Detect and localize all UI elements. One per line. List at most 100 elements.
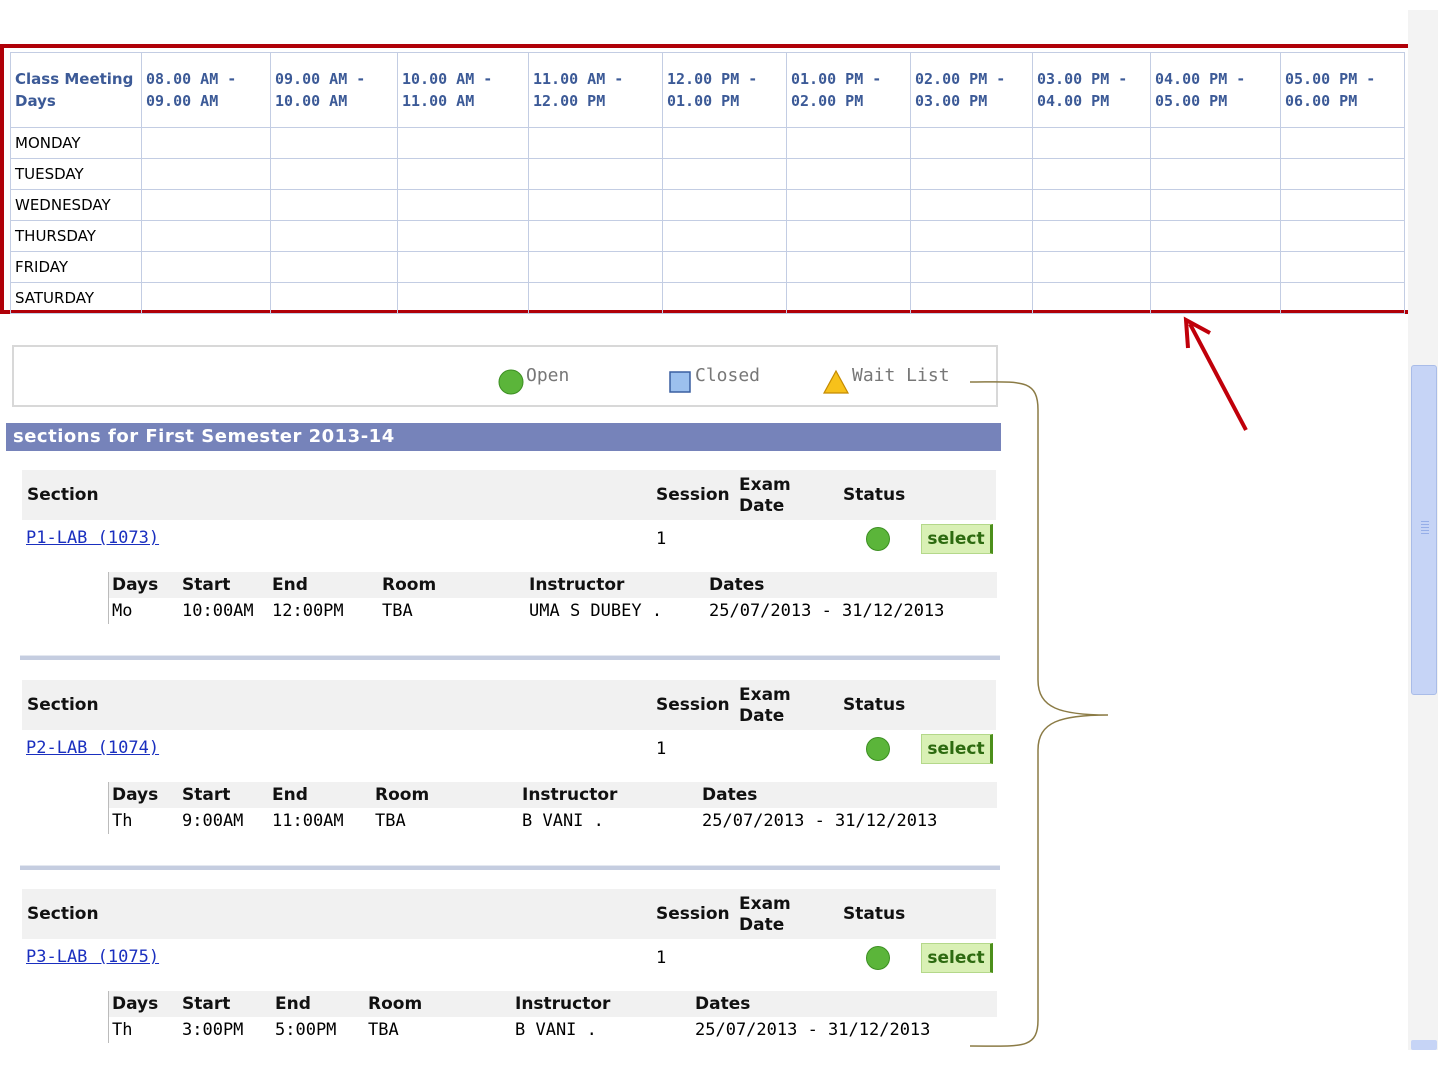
start-col-header: Start: [182, 785, 231, 805]
meeting-start: 10:00AM: [182, 601, 254, 621]
timetable-cell: [1150, 220, 1281, 252]
section-session: 1: [656, 739, 667, 759]
meeting-dates: 25/07/2013 - 31/12/2013: [709, 601, 945, 621]
meeting-days: Th: [112, 1020, 133, 1040]
meeting-header-row: Days Start End Room Instructor Dates: [108, 572, 997, 598]
exam-col-header: Exam: [739, 894, 791, 914]
open-status-icon: [866, 946, 890, 970]
waitlist-status-icon: [822, 369, 850, 394]
room-col-header: Room: [375, 785, 430, 805]
timetable-cell: [1280, 220, 1405, 252]
scrollbar-grip-icon: [1421, 521, 1429, 535]
dates-col-header: Dates: [702, 785, 758, 805]
sections-title-bar: sections for First Semester 2013-14: [6, 423, 1001, 451]
timetable-cell: [528, 282, 663, 314]
section-divider: [20, 655, 1000, 660]
day-label: SATURDAY: [10, 282, 142, 314]
timetable-cell: [270, 282, 398, 314]
date-col-header: Date: [739, 915, 785, 935]
timetable-cell: [1032, 127, 1151, 159]
meeting-row: Th 9:00AM 11:00AM TBA B VANI . 25/07/201…: [108, 808, 997, 834]
section-link[interactable]: P2-LAB (1074): [26, 738, 159, 758]
scrollbar-thumb[interactable]: [1411, 365, 1437, 695]
open-status-icon: [498, 369, 524, 395]
timetable-cell: [397, 282, 529, 314]
day-label: WEDNESDAY: [10, 189, 142, 221]
timetable-row: FRIDAY: [10, 251, 1405, 283]
section-session: 1: [656, 948, 667, 968]
dates-col-header: Dates: [695, 994, 751, 1014]
timetable-cell: [910, 158, 1033, 190]
timeslot-header: 09.00 AM - 10.00 AM: [270, 52, 398, 128]
meeting-header-row: Days Start End Room Instructor Dates: [108, 991, 997, 1017]
meeting-room: TBA: [368, 1020, 399, 1040]
days-col-header: Days: [112, 785, 159, 805]
vertical-scrollbar[interactable]: [1408, 10, 1438, 1050]
timetable-cell: [1150, 158, 1281, 190]
timeslot-header: 10.00 AM - 11.00 AM: [397, 52, 529, 128]
timetable-cell: [910, 127, 1033, 159]
meeting-header-row: Days Start End Room Instructor Dates: [108, 782, 997, 808]
timetable-cell: [141, 127, 271, 159]
meeting-instructor: UMA S DUBEY .: [529, 601, 663, 621]
legend-waitlist-label: Wait List: [852, 365, 950, 386]
meeting-instructor: B VANI .: [515, 1020, 597, 1040]
scrollbar-down-button[interactable]: [1411, 1040, 1437, 1050]
timeslot-header: 02.00 PM - 03.00 PM: [910, 52, 1033, 128]
meeting-row: Mo 10:00AM 12:00PM TBA UMA S DUBEY . 25/…: [108, 598, 997, 624]
timetable-cell: [270, 158, 398, 190]
timetable-cell: [1032, 220, 1151, 252]
class-section: Section Session Exam Date Status P1-LAB …: [20, 470, 1000, 670]
timeslot-header: 11.00 AM - 12.00 PM: [528, 52, 663, 128]
section-col-header: Section: [27, 904, 99, 924]
timetable-cell: [1280, 282, 1405, 314]
timetable-row: MONDAY: [10, 127, 1405, 159]
meeting-start: 9:00AM: [182, 811, 244, 831]
class-meeting-timetable: Class Meeting Days 08.00 AM - 09.00 AM 0…: [10, 52, 1405, 314]
legend-waitlist: Wait List: [822, 365, 950, 395]
timetable-cell: [397, 158, 529, 190]
section-divider: [20, 865, 1000, 870]
closed-status-icon: [669, 371, 691, 393]
timetable-cell: [1032, 282, 1151, 314]
meeting-room: TBA: [375, 811, 406, 831]
timetable-cell: [141, 251, 271, 283]
timetable-cell: [1150, 189, 1281, 221]
open-status-icon: [866, 527, 890, 551]
timetable-cell: [786, 282, 911, 314]
date-col-header: Date: [739, 706, 785, 726]
annotation-arrow-icon: [1183, 316, 1248, 431]
meeting-instructor: B VANI .: [522, 811, 604, 831]
timetable-cell: [662, 251, 787, 283]
status-col-header: Status: [843, 695, 906, 715]
timetable-cell: [528, 127, 663, 159]
timetable-cell: [528, 189, 663, 221]
day-label: TUESDAY: [10, 158, 142, 190]
timetable-cell: [528, 251, 663, 283]
timetable-cell: [662, 220, 787, 252]
section-link[interactable]: P3-LAB (1075): [26, 947, 159, 967]
class-section: Section Session Exam Date Status P3-LAB …: [20, 889, 1000, 1089]
exam-col-header: Exam: [739, 475, 791, 495]
section-col-header: Section: [27, 695, 99, 715]
legend-open: Open: [498, 365, 569, 395]
meeting-days: Th: [112, 811, 133, 831]
timetable-cell: [786, 220, 911, 252]
session-col-header: Session: [656, 695, 730, 715]
day-label: FRIDAY: [10, 251, 142, 283]
timetable-cell: [270, 220, 398, 252]
corner-header: Class Meeting Days: [10, 52, 142, 128]
class-section: Section Session Exam Date Status P2-LAB …: [20, 680, 1000, 880]
meeting-end: 5:00PM: [275, 1020, 337, 1040]
days-col-header: Days: [112, 575, 159, 595]
meeting-end: 11:00AM: [272, 811, 344, 831]
timetable-cell: [397, 251, 529, 283]
timetable-cell: [397, 189, 529, 221]
section-link[interactable]: P1-LAB (1073): [26, 528, 159, 548]
section-session: 1: [656, 529, 667, 549]
timeslot-header: 05.00 PM - 06.00 PM: [1280, 52, 1405, 128]
legend-closed-label: Closed: [695, 365, 761, 386]
dates-col-header: Dates: [709, 575, 765, 595]
end-col-header: End: [275, 994, 311, 1014]
section-header-row: Section Session Exam Date Status: [22, 470, 996, 520]
